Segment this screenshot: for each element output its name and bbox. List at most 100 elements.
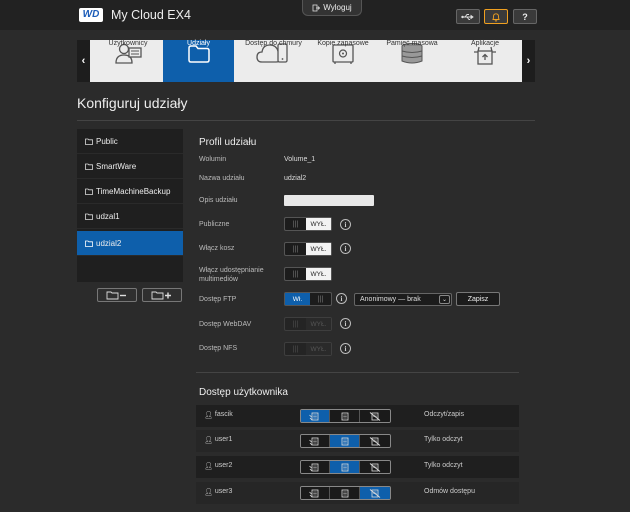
read-only-icon	[339, 463, 351, 472]
share-item-smartware[interactable]: SmartWare	[77, 154, 183, 179]
public-toggle[interactable]: ||| WYŁ.	[284, 217, 332, 231]
toggle-grip: |||	[292, 270, 299, 278]
user-icon: 👤︎	[204, 412, 213, 419]
share-item-udzal1[interactable]: udzal1	[77, 204, 183, 229]
deny-access-icon	[369, 411, 381, 421]
toggle-state: WYŁ.	[306, 268, 331, 280]
user-icon: 👤︎	[204, 463, 213, 470]
permission-selector	[300, 409, 391, 423]
read-write-button[interactable]	[301, 487, 331, 499]
nav-item-shares[interactable]: Udziały	[163, 40, 234, 82]
deny-access-button[interactable]	[359, 461, 390, 473]
recycle-bin-label: Włącz kosz	[199, 245, 235, 252]
nfs-info-icon[interactable]: i	[340, 343, 351, 354]
toggle-state: WYŁ.	[306, 243, 331, 255]
media-serving-label: Włącz udostępnianie multimediów	[199, 266, 264, 284]
toggle-grip: |||	[292, 320, 299, 328]
read-only-button[interactable]	[330, 410, 360, 422]
ftp-access-select[interactable]: Anonimowy — brak ⌄	[354, 293, 452, 306]
user-name-cell: 👤︎ user2	[204, 462, 232, 470]
deny-access-icon	[369, 462, 381, 472]
description-label: Opis udziału	[199, 197, 238, 204]
folder-icon	[85, 138, 93, 145]
read-only-button[interactable]	[330, 461, 360, 473]
share-name: SmartWare	[96, 161, 137, 171]
folder-minus-icon	[106, 291, 126, 300]
share-name: Public	[96, 136, 118, 146]
media-serving-toggle[interactable]: ||| WYŁ.	[284, 267, 332, 281]
user-icon: 👤︎	[204, 437, 213, 444]
public-label: Publiczne	[199, 221, 230, 228]
remove-share-button[interactable]	[97, 288, 137, 302]
folder-icon	[85, 240, 93, 247]
usb-button[interactable]	[456, 9, 480, 24]
deny-access-button[interactable]	[359, 410, 390, 422]
public-info-icon[interactable]: i	[340, 219, 351, 230]
share-item-timemachinebackup[interactable]: TimeMachineBackup	[77, 179, 183, 204]
help-button[interactable]: ?	[513, 9, 537, 24]
recycle-bin-toggle[interactable]: ||| WYŁ.	[284, 242, 332, 256]
read-only-button[interactable]	[330, 487, 360, 499]
user-access-section-title: Dostęp użytkownika	[199, 387, 288, 398]
toggle-grip: |||	[292, 220, 299, 228]
user-name: user2	[214, 462, 233, 469]
webdav-info-icon[interactable]: i	[340, 318, 351, 329]
read-write-icon	[309, 437, 321, 446]
nav-next-arrow[interactable]: ›	[522, 40, 535, 82]
permission-status: Tylko odczyt	[424, 436, 463, 443]
toggle-state: Wł.	[285, 293, 310, 305]
nav-item-cloud-access[interactable]: Dostęp do chmury	[237, 40, 310, 82]
read-write-button[interactable]	[301, 410, 331, 422]
user-row: 👤︎ fascik Odczyt/zapis	[196, 405, 519, 427]
toggle-state: WYŁ.	[306, 343, 331, 355]
nav-item-apps[interactable]: Aplikacje	[450, 40, 520, 82]
nav-label: Dostęp do chmury	[245, 40, 302, 47]
save-button[interactable]: Zapisz	[456, 292, 500, 306]
media-serving-label-line1: Włącz udostępnianie	[199, 267, 264, 274]
folder-icon	[85, 213, 93, 220]
read-write-button[interactable]	[301, 461, 331, 473]
profile-section-title: Profil udziału	[199, 137, 257, 148]
user-name: user3	[214, 488, 233, 495]
share-item-public[interactable]: Public	[77, 129, 183, 154]
recycle-info-icon[interactable]: i	[340, 243, 351, 254]
read-only-button[interactable]	[330, 435, 360, 447]
nav-label: Użytkownicy	[108, 40, 148, 47]
share-item-udzial2[interactable]: udzial2	[77, 231, 183, 256]
chevron-down-icon: ⌄	[439, 295, 450, 304]
webdav-label: Dostęp WebDAV	[199, 321, 252, 328]
read-only-icon	[339, 489, 351, 498]
user-name-cell: 👤︎ user3	[204, 488, 232, 496]
read-write-button[interactable]	[301, 435, 331, 447]
ftp-toggle[interactable]: Wł. |||	[284, 292, 332, 306]
alerts-button[interactable]	[484, 9, 508, 24]
folder-icon	[85, 188, 93, 195]
share-name-label: Nazwa udziału	[199, 175, 245, 182]
read-only-icon	[339, 437, 351, 446]
logout-button[interactable]: Wyloguj	[302, 0, 362, 16]
add-share-button[interactable]	[142, 288, 182, 302]
divider	[77, 120, 535, 121]
deny-access-button[interactable]	[359, 435, 390, 447]
user-row: 👤︎ user3 Odmów dostępu	[196, 482, 519, 504]
nav-prev-arrow[interactable]: ‹	[77, 40, 90, 82]
nav-item-users[interactable]: Użytkownicy	[97, 40, 159, 82]
permission-selector	[300, 460, 391, 474]
permission-selector	[300, 486, 391, 500]
toggle-state: WYŁ.	[306, 218, 331, 230]
share-name: udzal1	[96, 211, 120, 221]
webdav-toggle[interactable]: ||| WYŁ.	[284, 317, 332, 331]
nav-label: Pamięć masowa	[386, 40, 438, 47]
nav-item-backups[interactable]: Kopie zapasowe	[311, 40, 375, 82]
deny-access-button[interactable]	[359, 487, 390, 499]
nfs-toggle[interactable]: ||| WYŁ.	[284, 342, 332, 356]
read-only-icon	[339, 412, 351, 421]
main-nav: ‹ Użytkownicy Udziały Dostęp do chmury K…	[77, 40, 535, 82]
user-name-cell: 👤︎ user1	[204, 436, 232, 444]
toggle-grip: |||	[292, 345, 299, 353]
share-name: udzial2	[96, 238, 122, 248]
ftp-info-icon[interactable]: i	[336, 293, 347, 304]
nav-item-storage[interactable]: Pamięć masowa	[375, 40, 449, 82]
read-write-icon	[309, 412, 321, 421]
description-input[interactable]	[284, 195, 374, 206]
